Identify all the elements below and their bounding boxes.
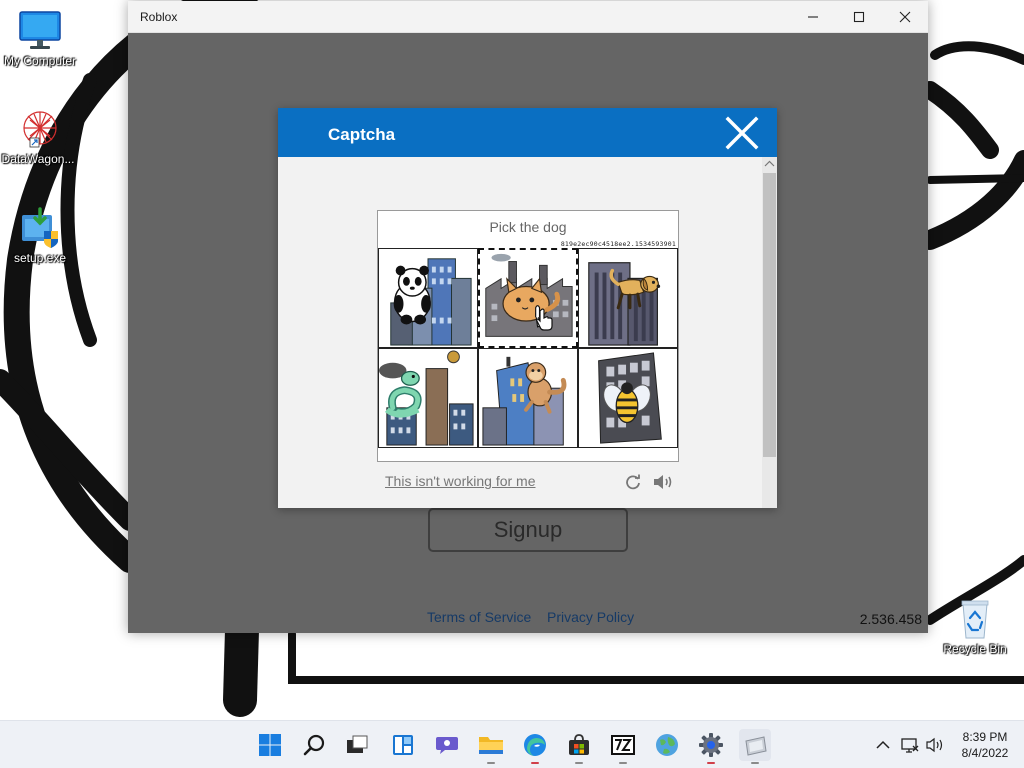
monitor-icon xyxy=(19,11,61,49)
globe-app-button[interactable] xyxy=(651,729,683,761)
clock-date: 8/4/2022 xyxy=(961,746,1009,760)
minimize-icon xyxy=(808,16,818,18)
running-indicator xyxy=(531,762,539,764)
bee-image xyxy=(598,352,662,444)
cat-image xyxy=(480,250,576,346)
task-view-button[interactable] xyxy=(341,729,373,761)
running-indicator xyxy=(487,762,495,764)
task-view-icon xyxy=(347,735,368,753)
dog-image xyxy=(588,262,661,346)
refresh-icon[interactable] xyxy=(624,473,642,491)
snake-image xyxy=(379,350,474,446)
desktop-icon-setup-exe[interactable]: setup.exe xyxy=(0,205,80,265)
privacy-policy-link[interactable]: Privacy Policy xyxy=(547,609,634,625)
captcha-header: Captcha xyxy=(278,108,777,157)
minimize-button[interactable] xyxy=(790,1,836,33)
captcha-scrollbar[interactable] xyxy=(762,157,777,508)
globe-icon xyxy=(656,734,678,756)
audio-icon[interactable] xyxy=(652,472,674,492)
close-icon xyxy=(899,11,911,23)
edge-button[interactable] xyxy=(519,729,551,764)
desktop-icon-label: My Computer xyxy=(3,54,77,68)
7zip-icon xyxy=(611,735,635,755)
captcha-tile-dog[interactable] xyxy=(578,248,678,348)
captcha-challenge: Pick the dog 819e2ec90c4518ee2.153459390… xyxy=(377,210,679,462)
captcha-image-grid xyxy=(378,248,678,448)
chat-icon xyxy=(436,737,458,754)
captcha-tile-bee[interactable] xyxy=(578,348,678,448)
desktop-icon-label: setup.exe xyxy=(13,251,67,265)
installer-icon xyxy=(22,207,58,248)
network-icon[interactable] xyxy=(900,735,920,755)
monkey-image xyxy=(482,356,567,446)
captcha-title: Captcha xyxy=(328,125,396,144)
desktop-icon-datawagon[interactable]: DataWagon... xyxy=(0,106,78,166)
start-button[interactable] xyxy=(254,729,286,761)
running-indicator xyxy=(619,762,627,764)
store-button[interactable] xyxy=(563,729,595,764)
captcha-tile-panda[interactable] xyxy=(378,248,478,348)
terms-of-service-link[interactable]: Terms of Service xyxy=(427,609,531,625)
window-title: Roblox xyxy=(140,10,178,24)
search-icon xyxy=(303,734,325,756)
taskbar-search-button[interactable] xyxy=(299,729,331,761)
scroll-up-arrow-icon[interactable] xyxy=(762,157,777,171)
captcha-tile-cat[interactable] xyxy=(478,248,578,348)
taskbar: 8:39 PM 8/4/2022 xyxy=(0,720,1024,768)
signup-button[interactable]: Signup xyxy=(428,508,628,552)
widgets-icon xyxy=(393,735,413,755)
captcha-help-link[interactable]: This isn't working for me xyxy=(385,473,536,489)
edge-icon xyxy=(524,734,546,756)
scrollbar-thumb[interactable] xyxy=(763,173,776,457)
volume-icon[interactable] xyxy=(925,735,945,755)
store-icon xyxy=(569,734,589,755)
chat-button[interactable] xyxy=(431,729,463,761)
app-window-icon xyxy=(745,736,767,756)
running-indicator xyxy=(751,762,759,764)
desktop-icon-label: DataWagon... xyxy=(1,152,75,166)
captcha-prompt: Pick the dog xyxy=(489,219,567,235)
widgets-button[interactable] xyxy=(387,729,419,761)
desktop-icon-label: Recycle Bin xyxy=(943,642,1007,656)
close-button[interactable] xyxy=(882,1,928,33)
hand-cursor-icon xyxy=(536,308,553,331)
desktop-icon-my-computer[interactable]: My Computer xyxy=(0,8,80,68)
clock-time: 8:39 PM xyxy=(962,730,1008,744)
window-titlebar[interactable]: Roblox xyxy=(128,1,928,33)
running-indicator xyxy=(707,762,715,764)
recycle-bin-icon xyxy=(961,600,989,639)
captcha-tile-snake[interactable] xyxy=(378,348,478,448)
desktop-icon-recycle-bin[interactable]: Recycle Bin xyxy=(935,596,1015,656)
version-label: 2.536.458 xyxy=(859,611,922,627)
7zip-button[interactable] xyxy=(607,729,639,764)
roblox-app-button[interactable] xyxy=(739,729,771,764)
datawagon-icon xyxy=(23,111,57,148)
captcha-dialog: Captcha Pick the dog 819e2ec90c4518ee2.1… xyxy=(278,108,777,508)
windows-icon xyxy=(259,734,281,756)
folder-icon xyxy=(479,737,503,754)
taskbar-clock[interactable]: 8:39 PM 8/4/2022 xyxy=(950,729,1020,761)
maximize-button[interactable] xyxy=(836,1,882,33)
close-icon[interactable] xyxy=(724,115,760,151)
running-indicator xyxy=(575,762,583,764)
maximize-icon xyxy=(853,11,865,23)
file-explorer-button[interactable] xyxy=(475,729,507,764)
chevron-up-icon[interactable] xyxy=(873,735,893,755)
captcha-challenge-id: 819e2ec90c4518ee2.1534593901 xyxy=(560,240,676,248)
settings-button[interactable] xyxy=(695,729,727,764)
captcha-tile-monkey[interactable] xyxy=(478,348,578,448)
panda-image xyxy=(390,258,472,346)
gear-icon xyxy=(699,733,723,757)
